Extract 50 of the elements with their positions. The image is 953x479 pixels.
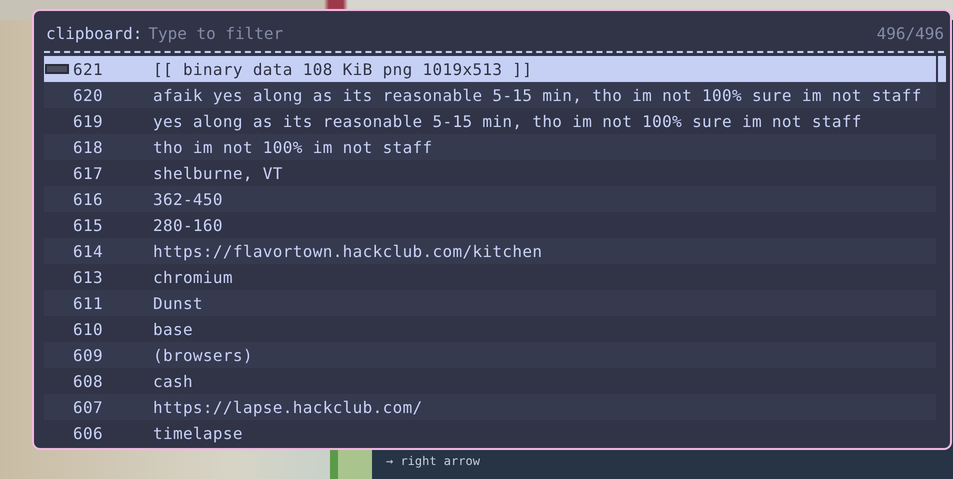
entry-number: 608 <box>73 372 104 390</box>
clipboard-entry[interactable]: 611 Dunst <box>44 290 936 316</box>
clipboard-entry[interactable]: 615 280-160 <box>44 212 936 238</box>
entry-text: timelapse <box>153 424 243 442</box>
prompt-label: clipboard: <box>46 24 142 42</box>
entry-number: 611 <box>73 294 104 312</box>
clipboard-entry[interactable]: 613 chromium <box>44 264 936 290</box>
entry-number: 607 <box>73 398 104 416</box>
entry-number: 616 <box>73 190 104 208</box>
clipboard-entry[interactable]: 606 timelapse <box>44 420 936 446</box>
clipboard-entry[interactable]: 617 shelburne, VT <box>44 160 936 186</box>
entry-number: 610 <box>73 320 104 338</box>
entry-number: 615 <box>73 216 104 234</box>
clipboard-entry[interactable]: 609 (browsers) <box>44 342 936 368</box>
entry-text: chromium <box>153 268 233 286</box>
entry-number: 614 <box>73 242 104 260</box>
image-thumbnail-icon <box>45 64 69 74</box>
entry-number: 618 <box>73 138 104 156</box>
entry-text: Dunst <box>153 294 203 312</box>
entry-number: 613 <box>73 268 104 286</box>
key-hint: → right arrow <box>386 453 481 469</box>
entry-text: https://flavortown.hackclub.com/kitchen <box>153 242 542 260</box>
entry-text: cash <box>153 372 193 390</box>
entry-text: 362-450 <box>153 190 223 208</box>
entry-number: 609 <box>73 346 104 364</box>
entry-text: tho im not 100% im not staff <box>153 138 433 156</box>
entry-text: [[ binary data 108 KiB png 1019x513 ]] <box>153 60 532 78</box>
clipboard-entry[interactable]: 614 https://flavortown.hackclub.com/kitchen <box>44 238 936 264</box>
match-count: 496/496 <box>876 24 944 42</box>
entry-text: afaik yes along as its reasonable 5-15 min, tho im not 100% sure im not staff <box>153 86 922 104</box>
clipboard-entry[interactable]: 621 [[ binary data 108 KiB png 1019x513 ]] <box>44 56 936 82</box>
clipboard-entry[interactable]: 607 https://lapse.hackclub.com/ <box>44 394 936 420</box>
entry-number: 617 <box>73 164 104 182</box>
filter-field[interactable]: Type to filter <box>148 24 877 42</box>
entry-text: https://lapse.hackclub.com/ <box>153 398 423 416</box>
clipboard-entry[interactable]: 618 tho im not 100% im not staff <box>44 134 936 160</box>
entry-number: 621 <box>73 60 104 78</box>
clipboard-entry[interactable]: 610 base <box>44 316 936 342</box>
entry-number: 619 <box>73 112 104 130</box>
entry-number: 620 <box>73 86 104 104</box>
entry-text: base <box>153 320 193 338</box>
entry-text: (browsers) <box>153 346 253 364</box>
entry-text: 280-160 <box>153 216 223 234</box>
clipboard-entry[interactable]: 620 afaik yes along as its reasonable 5-15 min, tho im not 100% sure im not staff <box>44 82 936 108</box>
clipboard-entry[interactable]: 619 yes along as its reasonable 5-15 min, tho im not 100% sure im not staff <box>44 108 936 134</box>
entry-text: yes along as its reasonable 5-15 min, tho im not 100% sure im not staff <box>153 112 862 130</box>
entry-number: 606 <box>73 424 104 442</box>
clipboard-entry[interactable]: 608 cash <box>44 368 936 394</box>
entry-text: shelburne, VT <box>153 164 283 182</box>
clipboard-entry[interactable]: 616 362-450 <box>44 186 936 212</box>
